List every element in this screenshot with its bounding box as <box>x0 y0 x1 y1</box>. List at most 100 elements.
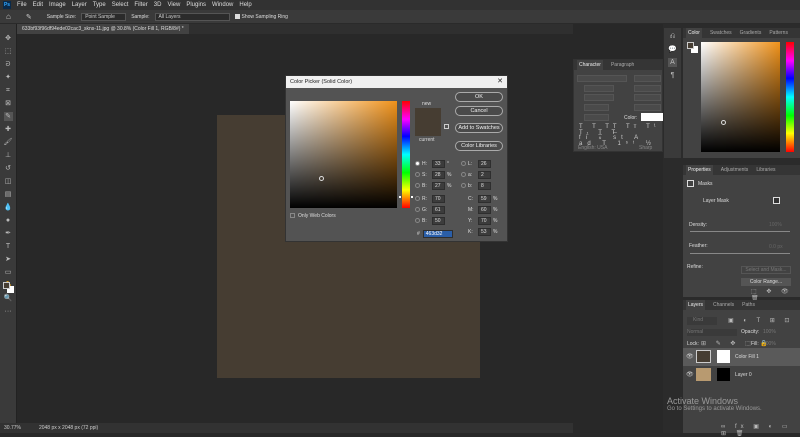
feather-slider[interactable] <box>690 253 790 254</box>
eyedropper-tool-icon[interactable]: ✎ <box>3 112 13 121</box>
menu-window[interactable]: Window <box>212 2 233 8</box>
lab-b-input[interactable]: 8 <box>478 181 491 190</box>
color-panel-hue-bar[interactable] <box>786 42 794 152</box>
g-radio[interactable] <box>415 207 420 212</box>
show-ring-checkbox[interactable] <box>234 14 240 19</box>
sample-size-select[interactable]: Point Sample <box>81 12 127 21</box>
more-tools-icon[interactable]: ··· <box>4 307 13 316</box>
tab-color[interactable]: Color <box>686 28 702 38</box>
layer-name[interactable]: Layer 0 <box>735 372 752 378</box>
menu-type[interactable]: Type <box>93 2 106 8</box>
leading-select[interactable] <box>634 85 661 92</box>
text-color-swatch[interactable] <box>641 113 663 121</box>
density-slider[interactable] <box>690 231 790 232</box>
layer-row[interactable]: 👁 Color Fill 1 <box>683 348 800 366</box>
a-input[interactable]: 2 <box>478 170 491 179</box>
menu-edit[interactable]: Edit <box>33 2 43 8</box>
y-input[interactable]: 70 <box>478 216 491 225</box>
r-input[interactable]: 70 <box>432 194 445 203</box>
color-field-circle[interactable] <box>721 120 726 125</box>
feather-value[interactable]: 0.0 px <box>769 244 783 250</box>
stamp-tool-icon[interactable]: ⊥ <box>4 151 13 160</box>
move-tool-icon[interactable]: ✥ <box>4 34 13 43</box>
layer-mask-thumbnail[interactable] <box>717 368 730 381</box>
blend-mode-select[interactable]: Normal <box>687 329 737 336</box>
layer-mask-thumbnail[interactable] <box>717 350 730 363</box>
add-to-swatches-button[interactable]: Add to Swatches <box>455 123 503 133</box>
sample-select[interactable]: All Layers <box>154 12 230 21</box>
comments-icon[interactable]: 💬 <box>668 45 677 54</box>
only-web-colors-checkbox[interactable] <box>290 213 295 218</box>
menu-3d[interactable]: 3D <box>154 2 162 8</box>
density-value[interactable]: 100% <box>769 222 782 228</box>
pen-tool-icon[interactable]: ✒ <box>4 229 13 238</box>
k-input[interactable]: 53 <box>478 227 491 236</box>
h-input[interactable]: 33 <box>432 159 445 168</box>
brush-tool-icon[interactable]: 🖌 <box>4 138 13 147</box>
layer-filter-icons[interactable]: ▣ ◐ T ⊞ ⊡ <box>728 317 793 324</box>
zoom-tool-icon[interactable]: 🔍 <box>4 294 13 303</box>
font-size-select[interactable] <box>584 85 614 92</box>
paragraph-icon[interactable]: ¶ <box>668 71 677 80</box>
s-radio[interactable] <box>415 172 420 177</box>
current-color-swatch[interactable] <box>415 122 441 136</box>
tab-properties[interactable]: Properties <box>686 165 713 175</box>
document-tab[interactable]: 633bf93f96df94ede02cac3_skns-11.jpg @ 30… <box>17 24 189 34</box>
menu-file[interactable]: File <box>17 2 27 8</box>
layer-name[interactable]: Color Fill 1 <box>735 354 759 360</box>
lasso-tool-icon[interactable]: ᘐ <box>4 60 13 69</box>
visibility-eye-icon[interactable]: 👁 <box>686 371 694 378</box>
fg-color-chip[interactable] <box>687 42 694 49</box>
font-style-select[interactable] <box>634 75 661 82</box>
blue-radio[interactable] <box>415 218 420 223</box>
layer-actions[interactable]: ∞ fx ▣ ◐ ▭ ⊞ 🗑 <box>721 423 800 437</box>
menu-plugins[interactable]: Plugins <box>186 2 206 8</box>
zoom-level[interactable]: 30.77% <box>4 425 21 431</box>
c-input[interactable]: 59 <box>478 194 491 203</box>
layer-row[interactable]: 👁 Layer 0 <box>683 366 800 384</box>
history-brush-icon[interactable]: ↺ <box>4 164 13 173</box>
tab-patterns[interactable]: Patterns <box>769 30 788 36</box>
dodge-tool-icon[interactable]: ● <box>4 216 13 225</box>
tab-gradients[interactable]: Gradients <box>740 30 762 36</box>
history-icon[interactable]: ⎌ <box>668 32 677 41</box>
opacity-value[interactable]: 100% <box>763 329 776 335</box>
r-radio[interactable] <box>415 196 420 201</box>
marquee-tool-icon[interactable]: ⬚ <box>4 47 13 56</box>
gamut-warning-icon[interactable] <box>444 124 449 129</box>
pixel-mask-button[interactable] <box>773 197 780 204</box>
g-input[interactable]: 61 <box>432 205 445 214</box>
tab-adjustments[interactable]: Adjustments <box>721 167 749 173</box>
saturation-brightness-field[interactable] <box>290 101 397 208</box>
tab-layers[interactable]: Layers <box>686 300 706 310</box>
tab-paragraph[interactable]: Paragraph <box>611 62 634 68</box>
layer-filter-kind[interactable]: Kind <box>687 317 717 325</box>
tab-libraries[interactable]: Libraries <box>756 167 775 173</box>
font-family-select[interactable] <box>577 75 627 82</box>
character-icon[interactable]: A <box>668 58 677 67</box>
fill-value[interactable]: 100% <box>763 341 776 347</box>
s-input[interactable]: 28 <box>432 170 445 179</box>
h-radio[interactable] <box>415 161 420 166</box>
menu-help[interactable]: Help <box>239 2 251 8</box>
foreground-color-swatch[interactable] <box>3 282 10 289</box>
baseline-shift-input[interactable] <box>584 114 609 121</box>
cancel-button[interactable]: Cancel <box>455 106 503 116</box>
type-tool-icon[interactable]: T <box>4 242 13 251</box>
tab-character[interactable]: Character <box>577 60 603 70</box>
menu-select[interactable]: Select <box>112 2 129 8</box>
quick-select-tool-icon[interactable]: ✦ <box>4 73 13 82</box>
hex-input[interactable]: 463d32 <box>422 229 453 238</box>
b-input[interactable]: 27 <box>432 181 445 190</box>
menu-image[interactable]: Image <box>49 2 66 8</box>
color-libraries-button[interactable]: Color Libraries <box>455 141 503 151</box>
menu-view[interactable]: View <box>167 2 180 8</box>
anti-alias-select[interactable]: Sharp <box>639 145 652 151</box>
tracking-select[interactable] <box>634 94 661 101</box>
horizontal-scale-input[interactable] <box>634 104 661 111</box>
color-range-button[interactable]: Color Range... <box>741 278 791 286</box>
frame-tool-icon[interactable]: ⊠ <box>4 99 13 108</box>
ok-button[interactable]: OK <box>455 92 503 102</box>
hue-slider[interactable] <box>402 101 410 208</box>
healing-tool-icon[interactable]: ✚ <box>4 125 13 134</box>
